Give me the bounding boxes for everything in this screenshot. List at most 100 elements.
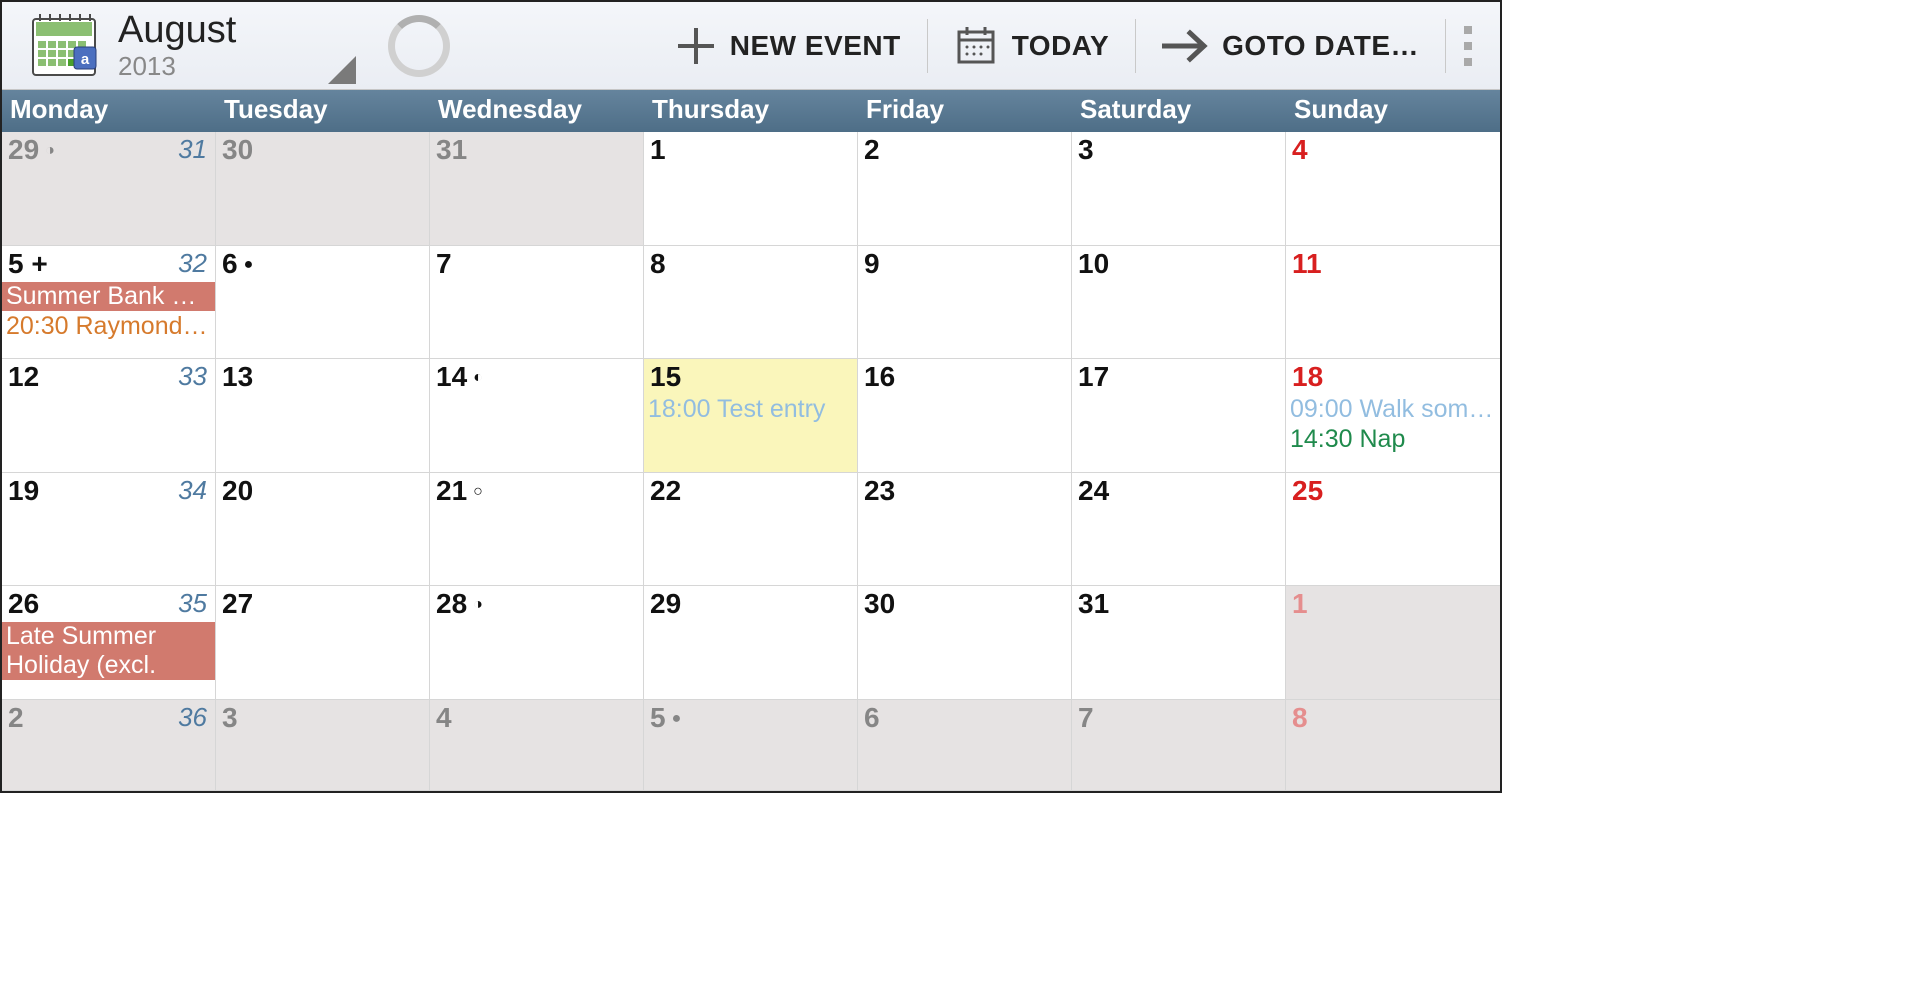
day-cell[interactable]: 21○ [430, 473, 644, 587]
overflow-dot-icon [1464, 26, 1472, 34]
day-cell[interactable]: 13 [216, 359, 430, 473]
day-cell[interactable]: 24 [1072, 473, 1286, 587]
day-cell[interactable]: 28◑ [430, 586, 644, 700]
day-number: 25 [1292, 475, 1323, 507]
week-number: 35 [178, 588, 207, 619]
timed-event[interactable]: 20:30 Raymond … [2, 312, 215, 341]
week-row: 12331314◐1518:00 Test entry1617 1809:00 W… [2, 359, 1500, 473]
day-number: 31 [436, 134, 467, 166]
weekday-label: Sunday [1286, 90, 1500, 132]
day-number: 17 [1078, 361, 1109, 393]
day-cell[interactable]: 27 [216, 586, 430, 700]
current-month-label: August [118, 11, 348, 51]
new-event-label: NEW EVENT [730, 30, 901, 62]
day-cell[interactable]: 5 +32Summer Bank H…20:30 Raymond … [2, 246, 216, 360]
current-year-label: 2013 [118, 53, 348, 80]
week-number: 36 [178, 702, 207, 733]
timed-event[interactable]: 18:00 Test entry [644, 395, 857, 424]
overflow-dot-icon [1464, 58, 1472, 66]
new-event-button[interactable]: NEW EVENT [650, 2, 927, 89]
day-cell[interactable]: 2 36 [2, 700, 216, 791]
day-cell[interactable]: 7 [1072, 700, 1286, 791]
day-number: 4 [436, 702, 452, 734]
day-cell[interactable]: 1934 [2, 473, 216, 587]
day-cell[interactable]: 1 [1286, 586, 1500, 700]
weekday-label: Saturday [1072, 90, 1286, 132]
svg-text:a: a [81, 51, 90, 68]
week-number: 32 [178, 248, 207, 279]
day-cell[interactable]: 3 [1072, 132, 1286, 246]
day-cell[interactable]: 1518:00 Test entry [644, 359, 858, 473]
goto-date-label: GOTO DATE… [1222, 30, 1419, 62]
day-number: 11 [1292, 248, 1322, 280]
toolbar-actions: NEW EVENT TODAY [650, 2, 1500, 89]
allday-event[interactable]: Late Summer Holiday (excl. Scotla… [2, 622, 215, 680]
day-cell[interactable]: 4 [1286, 132, 1500, 246]
day-number: 2 [8, 702, 24, 734]
day-number: 5 + [8, 248, 48, 280]
day-cell[interactable]: 3 [216, 700, 430, 791]
day-cell[interactable]: 22 [644, 473, 858, 587]
day-cell[interactable]: 17 [1072, 359, 1286, 473]
day-cell[interactable]: 30 [216, 132, 430, 246]
day-number: 31 [1078, 588, 1109, 620]
day-cell[interactable]: 1 [644, 132, 858, 246]
day-cell[interactable]: 29◑ 31 [2, 132, 216, 246]
day-cell[interactable]: 9 [858, 246, 1072, 360]
weekday-label: Thursday [644, 90, 858, 132]
day-number: 20 [222, 475, 253, 507]
day-number: 7 [1078, 702, 1094, 734]
overflow-menu-button[interactable] [1446, 2, 1500, 89]
week-number: 34 [178, 475, 207, 506]
day-cell[interactable]: 6 [858, 700, 1072, 791]
day-cell[interactable]: 7 [430, 246, 644, 360]
app-calendar-icon[interactable]: a [30, 13, 98, 79]
day-cell[interactable]: 5● [644, 700, 858, 791]
day-cell[interactable]: 11 [1286, 246, 1500, 360]
day-cell[interactable]: 8 [1286, 700, 1500, 791]
week-row: 5 +32Summer Bank H…20:30 Raymond …6●7891… [2, 246, 1500, 360]
day-cell[interactable]: 14◐ [430, 359, 644, 473]
moon-phase-icon: ○ [473, 483, 483, 501]
timed-event[interactable]: 09:00 Walk some… [1286, 395, 1500, 424]
day-cell[interactable]: 8 [644, 246, 858, 360]
day-cell[interactable]: 29 [644, 586, 858, 700]
month-grid: 29◑31303112345 +32Summer Bank H…20:30 Ra… [2, 132, 1500, 791]
day-cell[interactable]: 6● [216, 246, 430, 360]
day-number: 6● [222, 248, 253, 280]
timed-event[interactable]: 14:30 Nap [1286, 425, 1500, 454]
day-events: 18:00 Test entry [644, 395, 857, 424]
day-cell[interactable]: 31 [430, 132, 644, 246]
weekday-header: Monday Tuesday Wednesday Thursday Friday… [2, 90, 1500, 132]
day-cell[interactable]: 1233 [2, 359, 216, 473]
day-number: 27 [222, 588, 253, 620]
day-number: 21○ [436, 475, 483, 507]
day-cell[interactable]: 10 [1072, 246, 1286, 360]
day-number: 1 [650, 134, 666, 166]
day-events: 09:00 Walk some…14:30 Nap [1286, 395, 1500, 454]
weekday-label: Wednesday [430, 90, 644, 132]
day-cell[interactable]: 30 [858, 586, 1072, 700]
day-number: 1 [1292, 588, 1308, 620]
allday-event[interactable]: Summer Bank H… [2, 282, 215, 311]
day-cell[interactable]: 26 35Late Summer Holiday (excl. Scotla… [2, 586, 216, 700]
day-cell[interactable]: 16 [858, 359, 1072, 473]
today-button[interactable]: TODAY [928, 2, 1135, 89]
goto-date-button[interactable]: GOTO DATE… [1136, 2, 1445, 89]
week-number: 31 [178, 134, 207, 165]
day-number: 29 [650, 588, 681, 620]
day-cell[interactable]: 2 [858, 132, 1072, 246]
day-number: 29◑ [8, 134, 55, 166]
day-number: 7 [436, 248, 452, 280]
day-cell[interactable]: 25 [1286, 473, 1500, 587]
day-cell[interactable]: 4 [430, 700, 644, 791]
day-cell[interactable]: 1809:00 Walk some…14:30 Nap [1286, 359, 1500, 473]
day-cell[interactable]: 31 [1072, 586, 1286, 700]
day-number: 30 [864, 588, 895, 620]
day-events: Summer Bank H…20:30 Raymond … [2, 282, 215, 341]
day-number: 9 [864, 248, 880, 280]
day-cell[interactable]: 23 [858, 473, 1072, 587]
day-cell[interactable]: 20 [216, 473, 430, 587]
month-picker[interactable]: August 2013 [118, 11, 348, 80]
day-number: 26 [8, 588, 39, 620]
